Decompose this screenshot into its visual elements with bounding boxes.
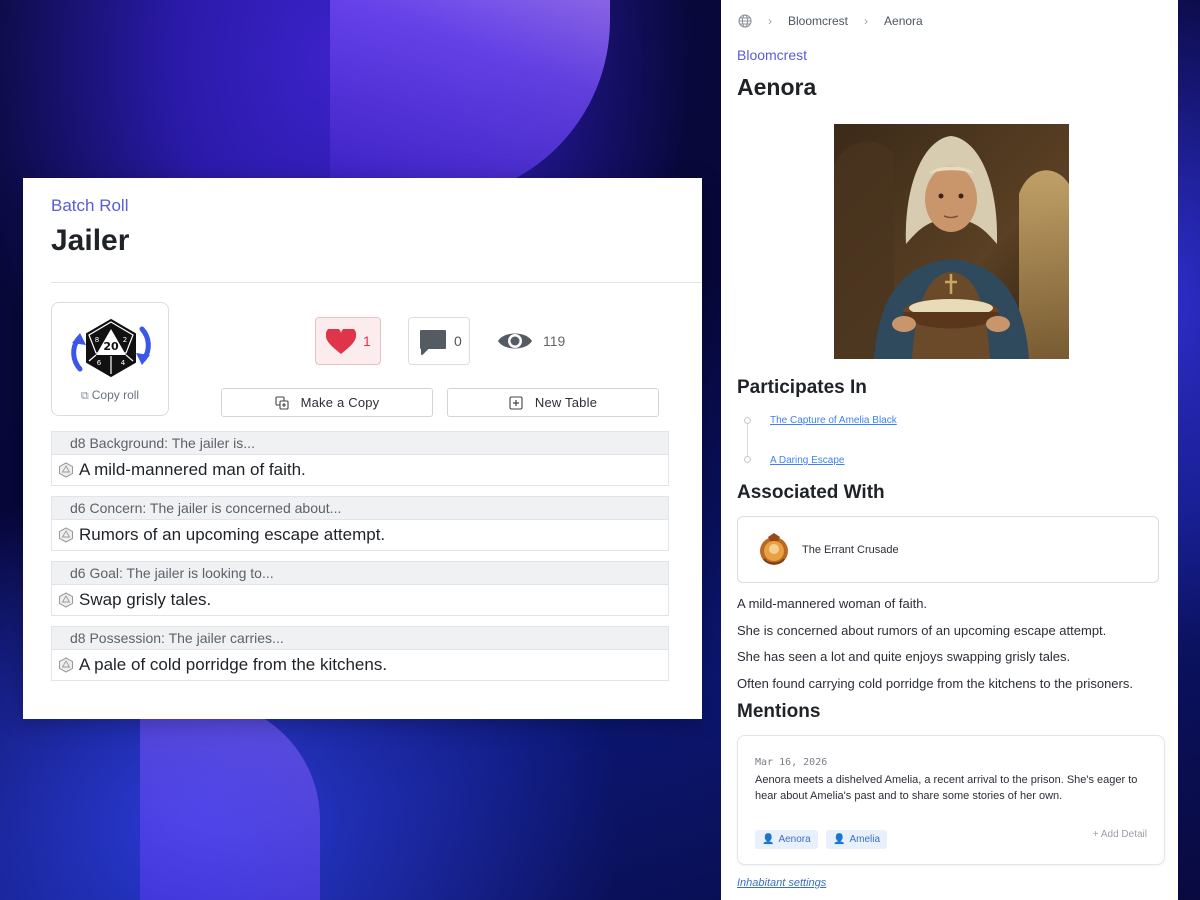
roll-result-text: A mild-mannered man of faith. (79, 460, 306, 479)
roll-header: d6 Concern: The jailer is concerned abou… (51, 496, 669, 519)
tag-chip[interactable]: 👤 Aenora (755, 830, 818, 849)
divider (51, 282, 702, 283)
batch-roll-card: Batch Roll Jailer 20 8 2 6 4 ⧉Copy roll (23, 178, 702, 719)
breadcrumb-item[interactable]: Bloomcrest (788, 14, 848, 28)
comment-icon (420, 330, 446, 355)
description-line: A mild-mannered woman of faith. (737, 596, 928, 611)
roll-row: d6 Concern: The jailer is concerned abou… (51, 496, 669, 551)
background-shape (140, 700, 320, 900)
plus-square-icon (509, 395, 523, 410)
description-line: She has seen a lot and quite enjoys swap… (737, 649, 1071, 664)
comment-button[interactable]: 0 (408, 317, 470, 365)
event-link[interactable]: The Capture of Amelia Black (770, 415, 897, 426)
make-copy-button[interactable]: Make a Copy (221, 388, 433, 417)
reroll-dice-icon[interactable] (58, 657, 74, 673)
roll-header: d8 Possession: The jailer carries... (51, 626, 669, 649)
like-count: 1 (363, 333, 371, 349)
svg-text:2: 2 (123, 336, 127, 344)
view-number: 119 (543, 333, 566, 349)
roll-row: d8 Possession: The jailer carries... A p… (51, 626, 669, 681)
roll-result-text: A pale of cold porridge from the kitchen… (79, 655, 388, 674)
timeline-dot (744, 456, 751, 463)
copy-roll-button[interactable]: 20 8 2 6 4 ⧉ Copy roll (51, 302, 169, 416)
description-line: Often found carrying cold porridge from … (737, 676, 1133, 691)
roll-result-text: Rumors of an upcoming escape attempt. (79, 525, 386, 544)
copy-roll-label: ⧉ Copy roll (52, 388, 168, 403)
roll-row: d6 Goal: The jailer is looking to... Swa… (51, 561, 669, 616)
associated-item[interactable]: The Errant Crusade (737, 516, 1159, 583)
roll-result[interactable]: A mild-mannered man of faith. (51, 454, 669, 486)
new-table-button[interactable]: New Table (447, 388, 659, 417)
add-detail-button[interactable]: + Add Detail (1093, 829, 1147, 840)
svg-text:6: 6 (97, 359, 102, 367)
background-shape (330, 0, 610, 200)
eye-icon (498, 333, 532, 349)
tag-label: Aenora (778, 834, 811, 845)
associated-item-label: The Errant Crusade (802, 544, 899, 556)
roll-result[interactable]: Swap grisly tales. (51, 584, 669, 616)
heart-icon (326, 329, 356, 354)
breadcrumb-item[interactable]: Aenora (884, 14, 923, 28)
user-icon: 👤 (762, 834, 775, 845)
new-table-label: New Table (534, 395, 598, 410)
user-icon: 👤 (833, 834, 846, 845)
copy-roll-text: Copy roll (91, 388, 140, 402)
roll-header: d8 Background: The jailer is... (51, 431, 669, 454)
chevron-right-icon: › (864, 14, 869, 28)
globe-icon[interactable] (738, 14, 752, 28)
roll-row: d8 Background: The jailer is... A mild-m… (51, 431, 669, 486)
reroll-dice-icon[interactable] (58, 527, 74, 543)
svg-text:4: 4 (121, 359, 126, 367)
copy-icon: ⧉ (80, 390, 89, 402)
make-copy-label: Make a Copy (300, 395, 380, 410)
tag-label: Amelia (849, 834, 881, 845)
roll-result[interactable]: A pale of cold porridge from the kitchen… (51, 649, 669, 681)
event-link[interactable]: A Daring Escape (770, 455, 845, 466)
associated-heading: Associated With (737, 482, 885, 503)
like-button[interactable]: 1 (315, 317, 381, 365)
inhabitant-settings-link[interactable]: Inhabitant settings (737, 877, 826, 889)
inhabitant-name: Aenora (737, 74, 817, 100)
roll-result[interactable]: Rumors of an upcoming escape attempt. (51, 519, 669, 551)
inhabitant-panel: › Bloomcrest › Aenora Bloomcrest Aenora (721, 0, 1178, 900)
timeline-dot (744, 417, 751, 424)
reroll-dice-icon[interactable] (58, 462, 74, 478)
timeline-line (747, 424, 748, 458)
chevron-right-icon: › (768, 14, 772, 28)
portrait-image (834, 124, 1069, 359)
description-line: She is concerned about rumors of an upco… (737, 623, 1107, 638)
faction-emblem-icon (760, 533, 788, 565)
location-link[interactable]: Bloomcrest (737, 47, 807, 63)
mentions-heading: Mentions (737, 701, 821, 722)
page-title: Jailer (51, 224, 130, 257)
roll-result-text: Swap grisly tales. (79, 590, 212, 609)
tag-chip[interactable]: 👤 Amelia (826, 830, 888, 849)
mention-card: Mar 16, 2026 Aenora meets a dishelved Am… (737, 735, 1165, 865)
breadcrumb: › Bloomcrest › Aenora (738, 14, 923, 28)
mention-date: Mar 16, 2026 (755, 757, 828, 768)
svg-text:8: 8 (95, 336, 99, 344)
comment-count: 0 (454, 333, 462, 349)
mention-text: Aenora meets a dishelved Amelia, a recen… (755, 774, 1138, 802)
duplicate-icon (275, 395, 289, 410)
participates-heading: Participates In (737, 377, 867, 398)
d20-dice-icon: 20 8 2 6 4 (71, 318, 151, 378)
roll-header: d6 Goal: The jailer is looking to... (51, 561, 669, 584)
batch-roll-kicker[interactable]: Batch Roll (51, 196, 128, 216)
svg-text:20: 20 (103, 340, 119, 353)
reroll-dice-icon[interactable] (58, 592, 74, 608)
